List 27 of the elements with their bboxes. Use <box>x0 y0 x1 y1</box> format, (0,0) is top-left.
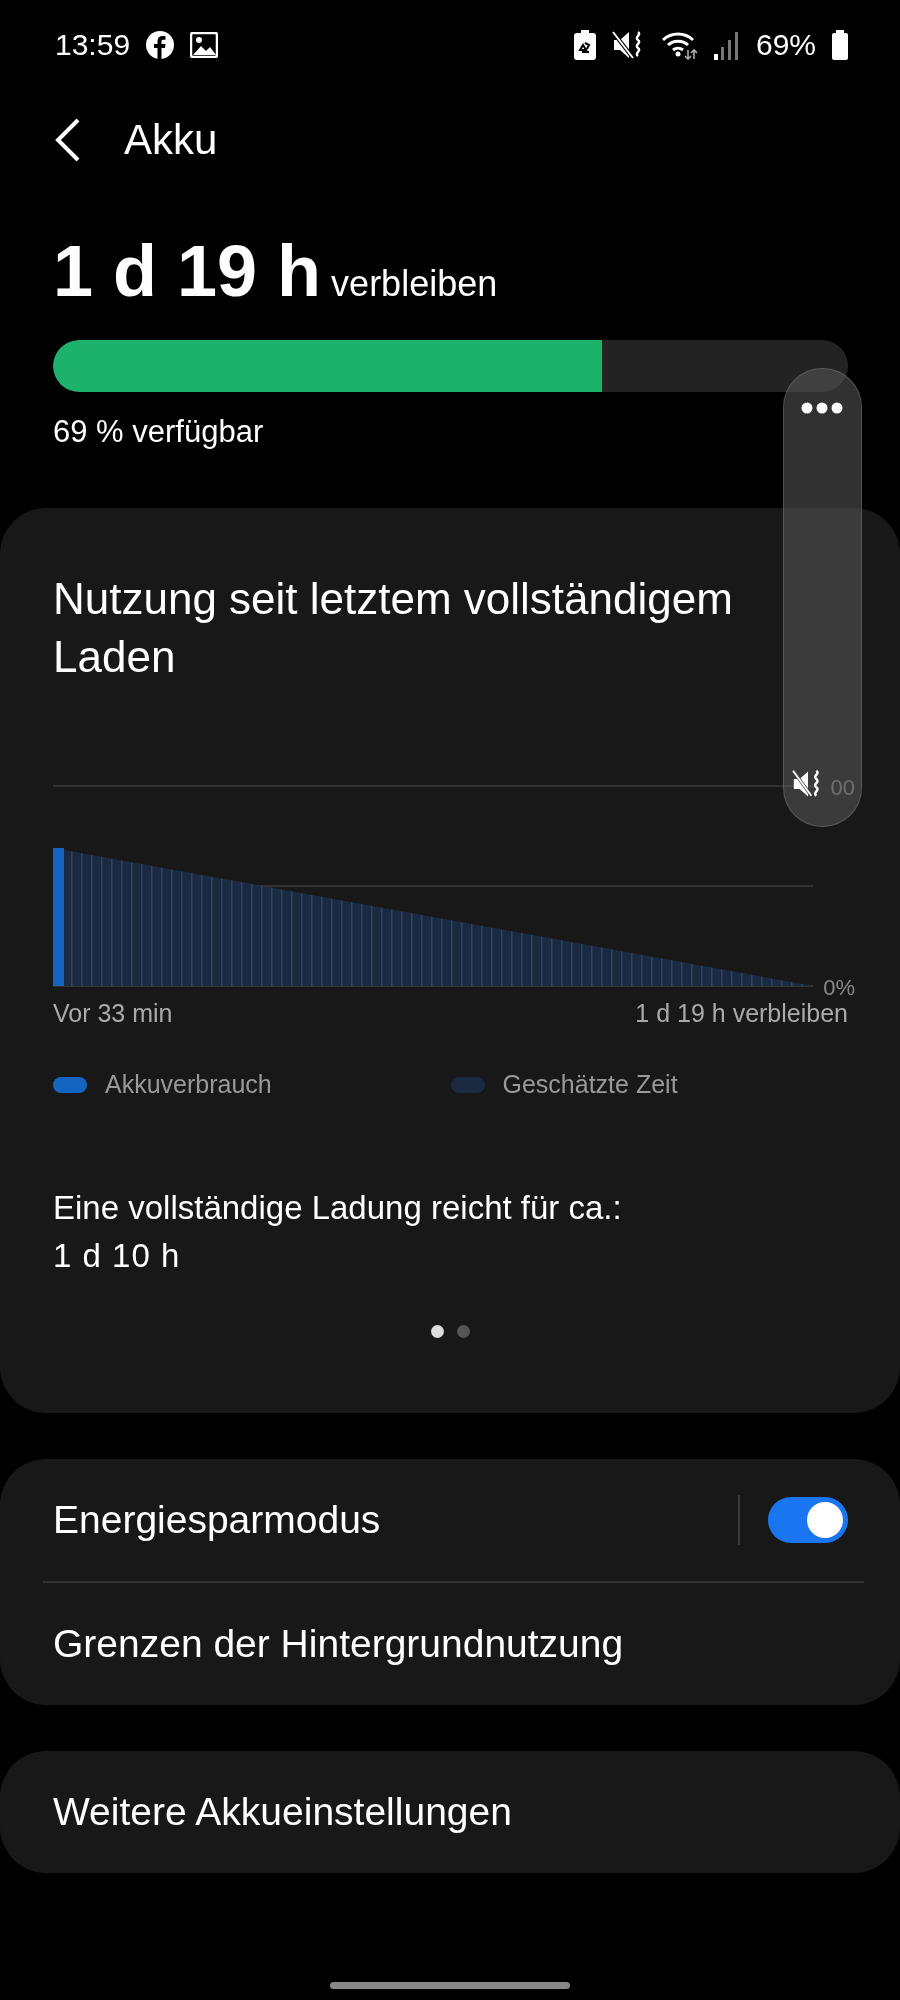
battery-recycle-icon <box>573 30 596 60</box>
battery-percentage: 69% <box>755 28 816 62</box>
setting-label[interactable]: Grenzen der Hintergrundnutzung <box>53 1622 848 1666</box>
toggle-switch[interactable] <box>768 1497 848 1543</box>
legend-label: Akkuverbrauch <box>105 1070 272 1099</box>
axis-label: 0% <box>823 975 855 1000</box>
legend-label: Geschätzte Zeit <box>502 1070 678 1099</box>
battery-icon <box>832 30 848 60</box>
axis-label: 1 d 19 h verbleiben <box>635 999 848 1027</box>
signal-icon <box>713 30 740 60</box>
page-title: Akku <box>124 116 218 164</box>
wifi-icon <box>661 30 698 60</box>
full-charge-label: Eine vollständige Ladung reicht für ca.: <box>53 1189 623 1227</box>
setting-label[interactable]: Energiesparmodus <box>53 1498 738 1542</box>
facebook-icon <box>146 31 175 59</box>
full-charge-value: 1 d 10 h <box>53 1237 182 1275</box>
clock: 13:59 <box>55 28 131 62</box>
setting-label[interactable]: Weitere Akkueinstellungen <box>53 1790 848 1834</box>
remaining-label: verbleiben <box>331 263 498 305</box>
card-title: Nutzung seit letztem vollständigem Laden <box>53 573 734 683</box>
axis-label: Vor 33 min <box>53 999 173 1027</box>
page-indicator-dot[interactable] <box>431 1325 444 1338</box>
image-icon <box>190 32 219 58</box>
more-options-icon[interactable] <box>801 402 843 414</box>
remaining-time: 1 d 19 h <box>53 230 322 312</box>
available-text: 69 % verfügbar <box>53 414 265 450</box>
page-indicator-dot[interactable] <box>457 1325 470 1338</box>
